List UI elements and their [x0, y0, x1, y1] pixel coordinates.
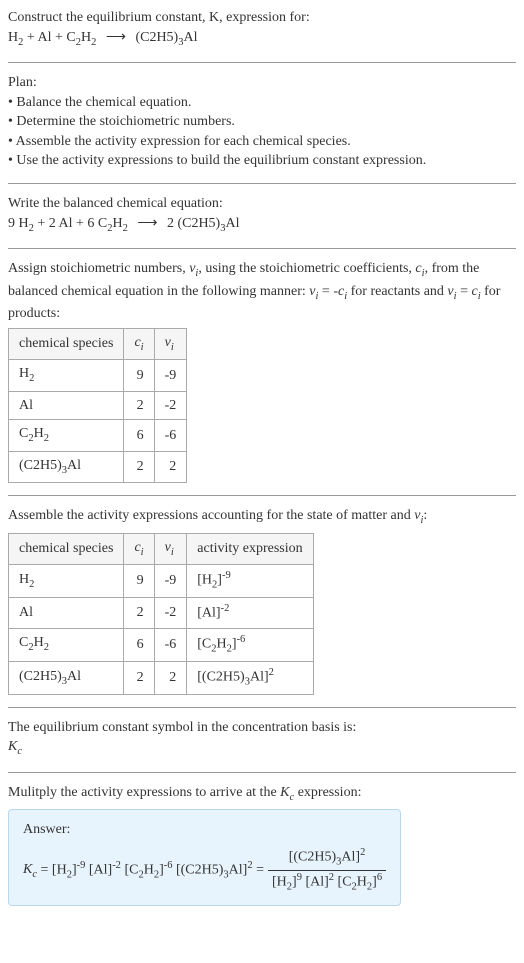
assemble-text: Assemble the activity expressions accoun…	[8, 506, 516, 528]
ci-cell: 6	[124, 628, 154, 661]
plan-section: Plan: • Balance the chemical equation. •…	[8, 73, 516, 171]
species-cell: H2	[9, 565, 124, 598]
multiply-section: Mulitply the activity expressions to arr…	[8, 783, 516, 906]
fraction-denominator: [H2]9 [Al]2 [C2H2]6	[268, 871, 386, 895]
table-row: Al 2 -2 [Al]-2	[9, 598, 314, 628]
assign-text: Assign stoichiometric numbers, νi, using…	[8, 259, 516, 324]
expr-cell: [C2H2]-6	[187, 628, 313, 661]
divider	[8, 772, 516, 773]
vi-cell: 2	[154, 451, 187, 482]
multiply-text: Mulitply the activity expressions to arr…	[8, 783, 516, 805]
vi-cell: -9	[154, 565, 187, 598]
species-cell: (C2H5)3Al	[9, 661, 124, 694]
stoich-table: chemical species ci νi H2 9 -9 Al 2 -2 C…	[8, 328, 187, 484]
ci-cell: 2	[124, 451, 154, 482]
answer-box: Answer: Kc = [H2]-9 [Al]-2 [C2H2]-6 [(C2…	[8, 809, 401, 906]
kc-equation: Kc = [H2]-9 [Al]-2 [C2H2]-6 [(C2H5)3Al]2…	[23, 846, 386, 895]
answer-label: Answer:	[23, 820, 386, 840]
ci-cell: 9	[124, 360, 154, 391]
ci-cell: 6	[124, 420, 154, 451]
col-vi: νi	[154, 328, 187, 359]
col-species: chemical species	[9, 328, 124, 359]
plan-title: Plan:	[8, 73, 516, 93]
ci-cell: 2	[124, 661, 154, 694]
table-row: (C2H5)3Al 2 2 [(C2H5)3Al]2	[9, 661, 314, 694]
table-row: C2H2 6 -6 [C2H2]-6	[9, 628, 314, 661]
symbol-line1: The equilibrium constant symbol in the c…	[8, 718, 516, 738]
table-row: C2H2 6 -6	[9, 420, 187, 451]
species-cell: Al	[9, 598, 124, 628]
table-row: Al 2 -2	[9, 391, 187, 420]
species-cell: C2H2	[9, 628, 124, 661]
symbol-section: The equilibrium constant symbol in the c…	[8, 718, 516, 760]
species-cell: Al	[9, 391, 124, 420]
divider	[8, 707, 516, 708]
balanced-section: Write the balanced chemical equation: 9 …	[8, 194, 516, 236]
col-ci: ci	[124, 533, 154, 564]
table-header: chemical species ci νi activity expressi…	[9, 533, 314, 564]
vi-cell: -6	[154, 420, 187, 451]
activity-table: chemical species ci νi activity expressi…	[8, 533, 314, 695]
table-row: H2 9 -9	[9, 360, 187, 391]
symbol-kc: Kc	[8, 737, 516, 759]
expr-cell: [H2]-9	[187, 565, 313, 598]
vi-cell: -2	[154, 598, 187, 628]
vi-cell: -9	[154, 360, 187, 391]
table-row: (C2H5)3Al 2 2	[9, 451, 187, 482]
assemble-section: Assemble the activity expressions accoun…	[8, 506, 516, 695]
balanced-equation: 9 H2 + 2 Al + 6 C2H2 ⟶ 2 (C2H5)3Al	[8, 214, 516, 236]
kc-fraction: [(C2H5)3Al]2 [H2]9 [Al]2 [C2H2]6	[268, 846, 386, 895]
balanced-title: Write the balanced chemical equation:	[8, 194, 516, 214]
ci-cell: 2	[124, 391, 154, 420]
intro-section: Construct the equilibrium constant, K, e…	[8, 8, 516, 50]
intro-line1: Construct the equilibrium constant, K, e…	[8, 8, 516, 28]
col-ci: ci	[124, 328, 154, 359]
plan-bullet-1: • Balance the chemical equation.	[8, 93, 516, 113]
expr-cell: [Al]-2	[187, 598, 313, 628]
intro-equation: H2 + Al + C2H2 ⟶ (C2H5)3Al	[8, 28, 516, 50]
ci-cell: 2	[124, 598, 154, 628]
divider	[8, 183, 516, 184]
plan-bullet-3: • Assemble the activity expression for e…	[8, 132, 516, 152]
plan-bullet-2: • Determine the stoichiometric numbers.	[8, 112, 516, 132]
expr-cell: [(C2H5)3Al]2	[187, 661, 313, 694]
vi-cell: 2	[154, 661, 187, 694]
plan-bullet-4: • Use the activity expressions to build …	[8, 151, 516, 171]
fraction-numerator: [(C2H5)3Al]2	[268, 846, 386, 871]
table-header: chemical species ci νi	[9, 328, 187, 359]
divider	[8, 495, 516, 496]
table-row: H2 9 -9 [H2]-9	[9, 565, 314, 598]
species-cell: H2	[9, 360, 124, 391]
species-cell: C2H2	[9, 420, 124, 451]
species-cell: (C2H5)3Al	[9, 451, 124, 482]
kc-lhs: Kc = [H2]-9 [Al]-2 [C2H2]-6 [(C2H5)3Al]2…	[23, 859, 264, 883]
vi-cell: -2	[154, 391, 187, 420]
divider	[8, 62, 516, 63]
divider	[8, 248, 516, 249]
col-species: chemical species	[9, 533, 124, 564]
ci-cell: 9	[124, 565, 154, 598]
assign-section: Assign stoichiometric numbers, νi, using…	[8, 259, 516, 483]
col-expr: activity expression	[187, 533, 313, 564]
col-vi: νi	[154, 533, 187, 564]
vi-cell: -6	[154, 628, 187, 661]
